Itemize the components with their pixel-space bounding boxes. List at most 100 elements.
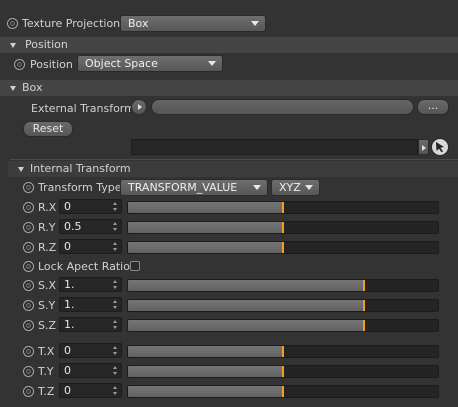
param-slider[interactable] [127, 345, 439, 358]
param-value: 1. [64, 278, 75, 291]
rotation-order-dropdown[interactable]: XYZ [271, 179, 320, 196]
param-label: S.Z [38, 319, 57, 332]
field-arrow-button[interactable] [418, 139, 429, 155]
spinner-arrows-icon[interactable] [113, 386, 118, 395]
param-value-field[interactable]: 1. [59, 297, 122, 312]
chevron-down-icon [208, 61, 216, 66]
chevron-down-icon [251, 21, 259, 26]
param-slider[interactable] [127, 365, 439, 378]
position-group-header[interactable]: Position [0, 37, 458, 53]
param-row-tz: T.Z 0 [0, 382, 458, 400]
param-value-field[interactable]: 0 [59, 363, 122, 378]
slider-handle[interactable] [282, 242, 284, 253]
keyframe-icon[interactable] [23, 182, 34, 193]
param-value-field[interactable]: 0.5 [59, 219, 122, 234]
texture-projection-label: Texture Projection [22, 17, 121, 30]
param-value: 0 [64, 240, 71, 253]
keyframe-icon[interactable] [23, 261, 34, 272]
param-row-ty: T.Y 0 [0, 362, 458, 380]
param-value: 0 [64, 364, 71, 377]
keyframe-icon[interactable] [23, 366, 34, 377]
transform-type-value: TRANSFORM_VALUE [128, 181, 238, 194]
param-slider[interactable] [127, 221, 439, 234]
spinner-arrows-icon[interactable] [113, 202, 118, 211]
internal-transform-title: Internal Transform [30, 162, 131, 175]
reset-button[interactable]: Reset [23, 121, 73, 137]
spinner-arrows-icon[interactable] [113, 346, 118, 355]
param-value: 0 [64, 384, 71, 397]
spinner-arrows-icon[interactable] [113, 320, 118, 329]
cursor-pick-icon [436, 142, 444, 153]
rotation-order-value: XYZ [279, 181, 301, 194]
param-value-field[interactable]: 1. [59, 317, 122, 332]
chevron-down-icon [305, 185, 313, 190]
param-label: R.X [38, 201, 57, 214]
keyframe-icon[interactable] [23, 280, 34, 291]
browse-button[interactable]: ... [417, 99, 449, 115]
slider-fill [128, 280, 364, 291]
position-label: Position [30, 58, 73, 71]
keyframe-icon[interactable] [23, 386, 34, 397]
keyframe-icon[interactable] [14, 59, 25, 70]
param-label: R.Z [38, 241, 57, 254]
spinner-arrows-icon[interactable] [113, 242, 118, 251]
spinner-arrows-icon[interactable] [113, 222, 118, 231]
texture-projection-dropdown[interactable]: Box [120, 15, 266, 32]
position-group-title: Position [25, 38, 68, 51]
link-arrow-button[interactable] [131, 99, 147, 115]
spinner-arrows-icon[interactable] [113, 280, 118, 289]
keyframe-icon[interactable] [23, 346, 34, 357]
collapse-triangle-icon [18, 167, 24, 172]
pick-object-button[interactable] [431, 138, 449, 156]
slider-handle[interactable] [282, 202, 284, 213]
param-value-field[interactable]: 0 [59, 239, 122, 254]
collapse-triangle-icon [10, 43, 16, 48]
slider-fill [128, 386, 283, 397]
slider-handle[interactable] [282, 366, 284, 377]
slider-handle[interactable] [282, 386, 284, 397]
texture-projection-value: Box [128, 17, 149, 30]
param-value-field[interactable]: 0 [59, 383, 122, 398]
param-value-field[interactable]: 0 [59, 199, 122, 214]
param-label: S.Y [38, 299, 56, 312]
keyframe-icon[interactable] [23, 300, 34, 311]
param-slider[interactable] [127, 299, 439, 312]
param-value: 1. [64, 298, 75, 311]
slider-handle[interactable] [363, 300, 365, 311]
lock-aspect-checkbox[interactable] [130, 261, 140, 271]
param-value-field[interactable]: 1. [59, 277, 122, 292]
param-value-field[interactable]: 0 [59, 343, 122, 358]
param-label: T.X [38, 345, 55, 358]
keyframe-icon[interactable] [23, 320, 34, 331]
internal-transform-header[interactable]: Internal Transform [8, 161, 458, 177]
keyframe-icon[interactable] [7, 18, 18, 29]
keyframe-icon[interactable] [23, 242, 34, 253]
browse-label: ... [427, 99, 439, 112]
keyframe-icon[interactable] [23, 222, 34, 233]
keyframe-icon[interactable] [23, 202, 34, 213]
external-transform-field[interactable] [151, 99, 414, 115]
slider-handle[interactable] [282, 222, 284, 233]
position-dropdown[interactable]: Object Space [77, 55, 223, 72]
separator [10, 159, 458, 160]
transform-object-field[interactable] [131, 139, 418, 155]
slider-fill [128, 366, 283, 377]
lock-aspect-label: Lock Apect Ratio [38, 260, 130, 273]
slider-handle[interactable] [282, 346, 284, 357]
param-slider[interactable] [127, 319, 439, 332]
param-slider[interactable] [127, 279, 439, 292]
slider-handle[interactable] [363, 320, 365, 331]
box-group-title: Box [22, 81, 43, 94]
external-transform-label: External Transform [31, 102, 135, 115]
param-slider[interactable] [127, 385, 439, 398]
param-slider[interactable] [127, 201, 439, 214]
transform-type-dropdown[interactable]: TRANSFORM_VALUE [120, 179, 268, 196]
external-transform-row: External Transform ... [0, 98, 458, 118]
box-group-header[interactable]: Box [0, 80, 458, 96]
spinner-arrows-icon[interactable] [113, 366, 118, 375]
param-value: 0 [64, 200, 71, 213]
slider-handle[interactable] [363, 280, 365, 291]
position-value: Object Space [85, 57, 158, 70]
spinner-arrows-icon[interactable] [113, 300, 118, 309]
param-slider[interactable] [127, 241, 439, 254]
